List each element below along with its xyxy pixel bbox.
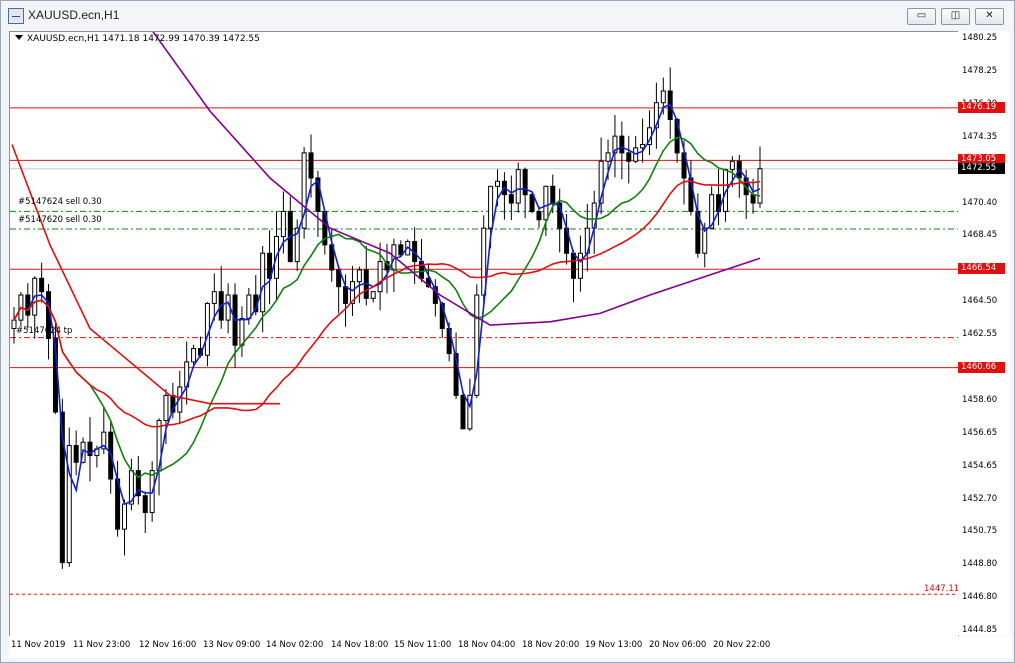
restore-button[interactable]: ◫ <box>941 8 970 25</box>
price-tag-red: 1476.19 <box>958 101 1005 113</box>
price-tick-label: 1444.85 <box>962 625 998 635</box>
candle-body <box>571 252 576 279</box>
candle-body <box>370 291 376 299</box>
candle-body <box>488 185 494 229</box>
candle-body <box>550 185 556 204</box>
candle-body <box>543 185 549 221</box>
candle-body <box>211 291 217 304</box>
candle-body <box>73 445 79 463</box>
price-tick-label: 1448.80 <box>962 558 998 569</box>
candle-body <box>39 277 45 293</box>
time-tick-label: 15 Nov 11:00 <box>394 640 452 650</box>
tp-label[interactable]: #5147624 tp <box>16 326 72 336</box>
candle-body <box>577 252 583 279</box>
window-title: XAUUSD.ecn,H1 <box>28 8 120 22</box>
title-bar[interactable]: XAUUSD.ecn,H1 ▭ ◫ ✕ <box>1 1 1014 31</box>
ma-medium-line <box>13 136 761 479</box>
candle-body <box>757 168 763 204</box>
price-tag-red: 1460.66 <box>958 361 1005 373</box>
candle-body <box>25 294 31 316</box>
price-tick-label: 1454.65 <box>962 461 998 472</box>
candle-body <box>515 169 521 204</box>
time-tick-label: 18 Nov 04:00 <box>458 640 516 650</box>
ma-slow-line-tail <box>11 144 280 405</box>
time-tick-label: 11 Nov 2019 <box>11 640 66 650</box>
price-tick-label: 1478.25 <box>962 66 998 77</box>
candle-body <box>239 317 245 346</box>
chart-window-icon <box>8 8 24 24</box>
time-tick-label: 11 Nov 23:00 <box>73 640 131 650</box>
candle-body <box>605 152 611 162</box>
price-tick-label: 1470.40 <box>962 197 998 208</box>
time-tick-label: 13 Nov 09:00 <box>203 640 261 650</box>
price-tick-label: 1480.25 <box>962 33 998 43</box>
candle-body <box>750 194 756 204</box>
candle-body <box>508 194 514 204</box>
time-tick-label: 19 Nov 13:00 <box>585 640 643 650</box>
candle-body <box>204 302 210 356</box>
level-label-1447: 1447.11 <box>924 584 959 594</box>
price-tick-label: 1456.65 <box>962 427 998 438</box>
candle-body <box>729 160 735 171</box>
candle-body <box>619 135 625 154</box>
time-tick-label: 14 Nov 02:00 <box>266 640 324 650</box>
candle-body <box>122 503 128 530</box>
dropdown-triangle-icon[interactable] <box>15 35 23 40</box>
candle-body <box>536 210 542 221</box>
candle-body <box>356 269 362 283</box>
candle-body <box>640 144 646 149</box>
price-tick-label: 1446.80 <box>962 592 998 603</box>
time-tick-label: 20 Nov 06:00 <box>649 640 707 650</box>
ma-fast-line <box>13 103 761 506</box>
candle-body <box>702 227 708 254</box>
candle-body <box>246 294 252 319</box>
candle-body <box>163 394 169 421</box>
price-tick-label: 1452.70 <box>962 493 998 504</box>
price-chart-svg <box>10 32 958 595</box>
candle-body <box>460 394 466 430</box>
candle-body <box>626 152 632 162</box>
candle-body <box>343 286 349 304</box>
candle-body <box>260 252 266 313</box>
candle-body <box>280 210 286 237</box>
candle-body <box>191 348 197 363</box>
price-tick-label: 1450.75 <box>962 526 998 537</box>
candle-body <box>495 180 501 187</box>
symbol-info-line[interactable]: XAUUSD.ecn,H1 1471.18 1472.99 1470.39 14… <box>15 34 260 44</box>
price-tag-black: 1472.55 <box>958 162 1005 174</box>
close-button[interactable]: ✕ <box>975 8 1004 25</box>
ma-slow-line <box>13 180 761 428</box>
price-axis[interactable]: 1480.251478.251476.301474.351472.401470.… <box>958 31 1010 635</box>
time-axis[interactable]: 11 Nov 2019 11 Nov 23:00 12 Nov 16:00 13 No… <box>9 636 1012 658</box>
time-tick-label: 14 Nov 18:00 <box>331 640 389 650</box>
time-tick-label: 18 Nov 20:00 <box>522 640 580 650</box>
price-tick-label: 1462.55 <box>962 329 998 339</box>
price-tag-red: 1466.54 <box>958 263 1005 275</box>
price-tick-label: 1468.45 <box>962 230 998 241</box>
candle-body <box>660 90 666 104</box>
order-label-2[interactable]: #5147620 sell 0.30 <box>18 215 102 225</box>
candle-body <box>308 152 314 179</box>
chart-plot-area[interactable]: XAUUSD.ecn,H1 1471.18 1472.99 1470.39 14… <box>9 31 959 637</box>
candle-body <box>142 495 148 513</box>
chart-window: XAUUSD.ecn,H1 ▭ ◫ ✕ XAUUSD.ecn,H1 1471.1… <box>0 0 1015 663</box>
symbol-info-text: XAUUSD.ecn,H1 1471.18 1472.99 1470.39 14… <box>27 34 260 44</box>
price-tick-label: 1464.50 <box>962 296 998 307</box>
ma-long-line <box>152 32 761 326</box>
time-tick-label: 12 Nov 16:00 <box>139 640 197 650</box>
price-tick-label: 1458.60 <box>962 395 998 406</box>
minimize-button[interactable]: ▭ <box>907 8 936 25</box>
candle-body <box>377 261 383 293</box>
price-tick-label: 1474.35 <box>962 131 998 142</box>
time-tick-label: 20 Nov 22:00 <box>713 640 771 650</box>
order-label-1[interactable]: #5147624 sell 0.30 <box>18 197 102 207</box>
candle-body <box>522 169 528 196</box>
